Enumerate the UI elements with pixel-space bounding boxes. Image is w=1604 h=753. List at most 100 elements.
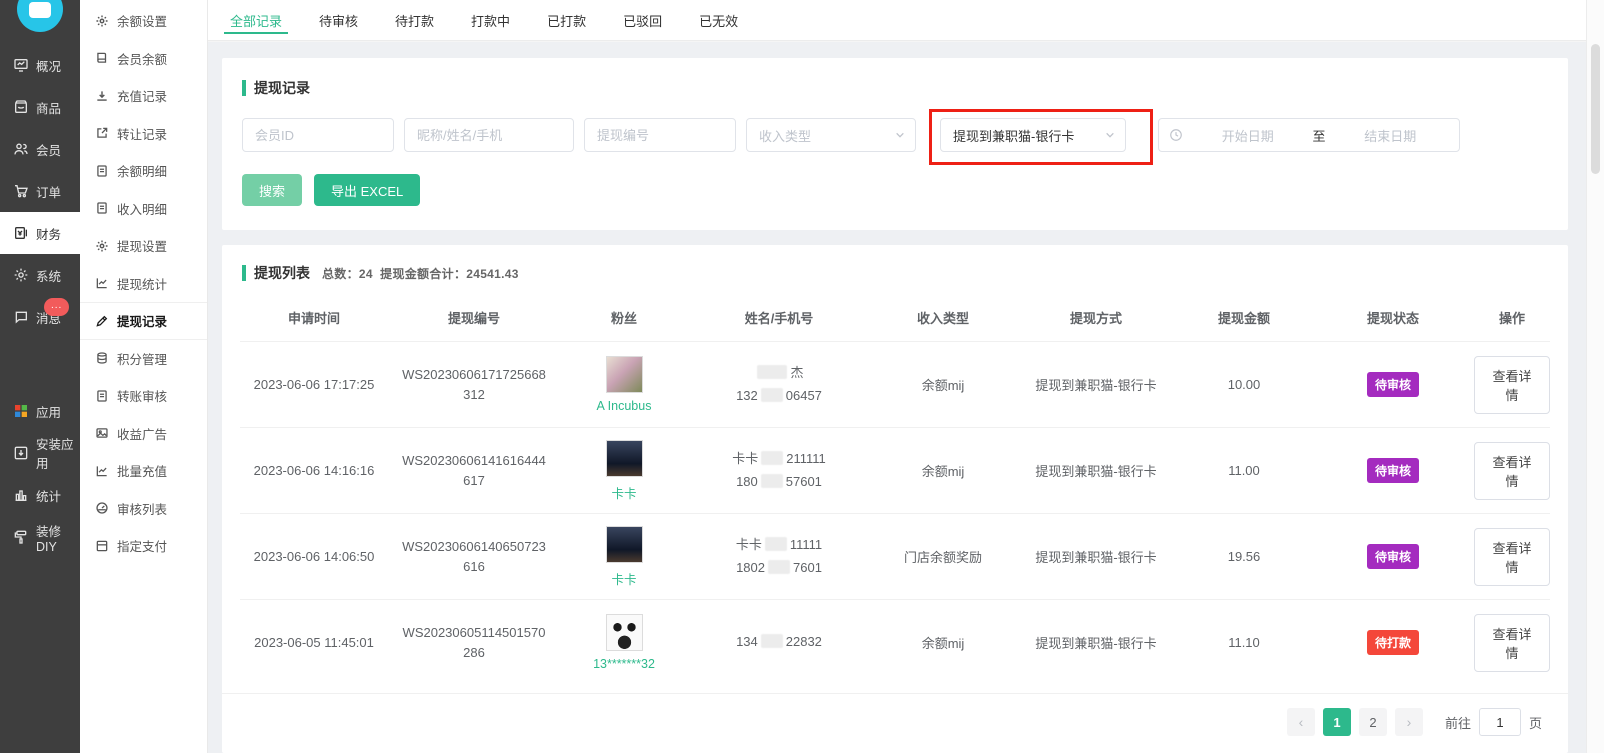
nickname-input[interactable] (404, 118, 574, 152)
submenu-item-balance-settings[interactable]: 余额设置 (80, 2, 207, 40)
sidebar-item-finance[interactable]: 财务 (0, 212, 80, 254)
start-date-placeholder: 开始日期 (1189, 126, 1307, 145)
goto-page-input[interactable] (1479, 708, 1521, 736)
orders-icon (13, 183, 29, 199)
sidebar-item-decorate-diy[interactable]: 装修DIY (0, 516, 80, 558)
submenu-item-batch-recharge[interactable]: 批量充值 (80, 452, 207, 490)
submenu-item-withdraw-records[interactable]: 提现记录 (80, 302, 207, 340)
tab-pending-payment[interactable]: 待打款 (395, 0, 434, 40)
document-icon (95, 389, 109, 403)
income-type: 余额mij (870, 461, 1016, 480)
submenu-item-points-management[interactable]: 积分管理 (80, 340, 207, 378)
sidebar-item-install-app[interactable]: 安装应用 (0, 432, 80, 474)
table-row: 2023-06-06 17:17:25 WS202306061717256683… (240, 341, 1550, 427)
fan-cell: A Incubus (560, 356, 688, 413)
withdraw-no-input[interactable] (584, 118, 736, 152)
withdraw-no: WS20230606141616444617 (388, 451, 560, 490)
fan-nickname-link[interactable]: 卡卡 (611, 483, 636, 502)
image-icon (95, 426, 109, 440)
page-button-2[interactable]: 2 (1359, 708, 1387, 736)
submenu-item-designated-payment[interactable]: 指定支付 (80, 527, 207, 565)
table-row: 2023-06-05 11:45:01 WS202306051145015702… (240, 599, 1550, 685)
view-details-button[interactable]: 查看详情 (1474, 442, 1550, 500)
fan-cell: 卡卡 (560, 440, 688, 502)
submenu-item-revenue-ads[interactable]: 收益广告 (80, 415, 207, 453)
withdraw-no: WS20230606140650723616 (388, 537, 560, 576)
scrollbar-thumb[interactable] (1591, 44, 1600, 174)
fan-nickname-link[interactable]: A Incubus (597, 399, 652, 413)
fan-nickname-link[interactable]: 卡卡 (611, 569, 636, 588)
income-type-select[interactable]: 收入类型 (746, 118, 916, 152)
withdraw-method-select-wrapper: 提现到兼职猫-银行卡 (940, 118, 1126, 152)
list-section-title: 提现列表 (254, 263, 310, 283)
gauge-icon (95, 501, 109, 515)
sidebar-item-goods[interactable]: 商品 (0, 86, 80, 128)
submenu-item-balance-detail[interactable]: 余额明细 (80, 152, 207, 190)
view-details-button[interactable]: 查看详情 (1474, 614, 1550, 672)
apply-time: 2023-06-05 11:45:01 (240, 635, 388, 650)
search-button[interactable]: 搜索 (242, 174, 302, 206)
tab-rejected[interactable]: 已驳回 (623, 0, 662, 40)
redacted-text (761, 474, 783, 488)
withdraw-method: 提现到兼职猫-银行卡 (1016, 375, 1176, 394)
fan-nickname-link[interactable]: 13*******32 (593, 657, 655, 671)
tab-all-records[interactable]: 全部记录 (230, 0, 282, 40)
view-details-button[interactable]: 查看详情 (1474, 356, 1550, 414)
submenu-item-withdraw-settings[interactable]: 提现设置 (80, 227, 207, 265)
apply-time: 2023-06-06 14:16:16 (240, 463, 388, 478)
withdraw-method: 提现到兼职猫-银行卡 (1016, 633, 1176, 652)
withdraw-amount: 10.00 (1176, 377, 1312, 392)
unread-badge: ... (44, 298, 69, 316)
submenu-item-transfer-records[interactable]: 转让记录 (80, 115, 207, 153)
sidebar-item-statistics[interactable]: 统计 (0, 474, 80, 516)
tab-paying[interactable]: 打款中 (471, 0, 510, 40)
prev-page-button[interactable]: ‹ (1287, 708, 1315, 736)
sidebar-item-overview[interactable]: 概况 (0, 44, 80, 86)
sidebar-item-system[interactable]: 系统 (0, 254, 80, 296)
document-icon (95, 164, 109, 178)
coins-icon (95, 351, 109, 365)
submenu-item-transfer-review[interactable]: 转账审核 (80, 377, 207, 415)
app-logo (17, 0, 63, 32)
view-details-button[interactable]: 查看详情 (1474, 528, 1550, 586)
primary-sidebar: 概况 商品 会员 订单 财务 系统 消息 ... 应 (0, 0, 80, 753)
end-date-placeholder: 结束日期 (1332, 126, 1450, 145)
date-range-picker[interactable]: 开始日期 至 结束日期 (1158, 118, 1460, 152)
sidebar-item-messages[interactable]: 消息 ... (0, 296, 80, 338)
download-icon (95, 89, 109, 103)
withdraw-no: WS20230606171725668312 (388, 365, 560, 404)
next-page-button[interactable]: › (1395, 708, 1423, 736)
name-phone-cell: 13422832 (688, 631, 870, 653)
sidebar-item-orders[interactable]: 订单 (0, 170, 80, 212)
submenu-item-review-list[interactable]: 审核列表 (80, 490, 207, 528)
avatar (606, 526, 643, 563)
table-header-row: 申请时间 提现编号 粉丝 姓名/手机号 收入类型 提现方式 提现金额 提现状态 … (240, 293, 1550, 341)
avatar (606, 614, 643, 651)
sidebar-item-members[interactable]: 会员 (0, 128, 80, 170)
withdraw-no: WS20230605114501570286 (388, 623, 560, 662)
install-app-icon (13, 445, 29, 461)
sidebar-item-apps[interactable]: 应用 (0, 390, 80, 432)
vertical-scrollbar[interactable] (1586, 0, 1604, 753)
tab-pending-review[interactable]: 待审核 (319, 0, 358, 40)
table-row: 2023-06-06 14:16:16 WS202306061416164446… (240, 427, 1550, 513)
redacted-text (761, 451, 783, 465)
submenu-item-income-detail[interactable]: 收入明细 (80, 190, 207, 228)
submenu-item-recharge-records[interactable]: 充值记录 (80, 77, 207, 115)
redacted-text (761, 388, 783, 402)
sidebar-spacer (0, 338, 80, 390)
submenu-item-member-balance[interactable]: 会员余额 (80, 40, 207, 78)
minus-square-icon (95, 539, 109, 553)
apps-icon (13, 403, 29, 419)
goto-page-control: 前往 页 (1445, 708, 1542, 736)
income-type: 余额mij (870, 633, 1016, 652)
export-excel-button[interactable]: 导出 EXCEL (314, 174, 420, 206)
withdraw-list-panel: 提现列表 总数：24 提现金额合计：24541.43 申请时间 提现编号 粉丝 … (222, 245, 1568, 753)
submenu-item-withdraw-stats[interactable]: 提现统计 (80, 265, 207, 303)
withdraw-method-select[interactable]: 提现到兼职猫-银行卡 (940, 118, 1126, 152)
member-id-input[interactable] (242, 118, 394, 152)
withdraw-method: 提现到兼职猫-银行卡 (1016, 547, 1176, 566)
tab-paid[interactable]: 已打款 (547, 0, 586, 40)
tab-invalid[interactable]: 已无效 (699, 0, 738, 40)
page-button-1[interactable]: 1 (1323, 708, 1351, 736)
